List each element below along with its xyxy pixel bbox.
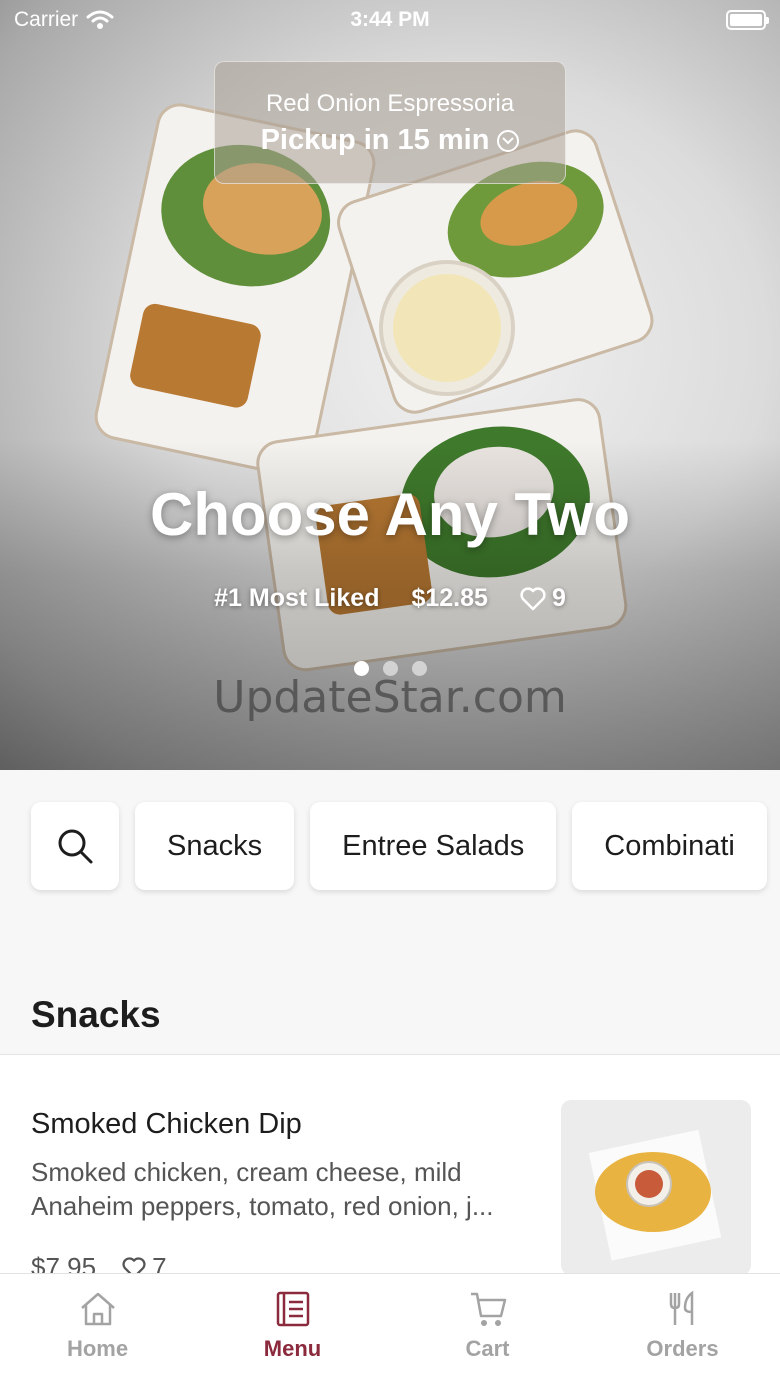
item-image [561,1100,751,1275]
category-entree-salads[interactable]: Entree Salads [310,802,557,890]
tab-orders[interactable]: Orders [585,1274,780,1387]
promo-meta: #1 Most Liked $12.85 9 [0,584,780,613]
promo-likes: 9 [551,584,566,612]
store-name: Red Onion Espressoria [265,90,515,117]
home-icon [80,1292,115,1326]
status-bar: Carrier 3:44 PM [0,0,780,40]
tab-label: Menu [263,1336,322,1361]
category-combinations[interactable]: Combinati [572,802,767,890]
tab-cart[interactable]: Cart [390,1274,585,1387]
promo-price: $12.85 [411,584,488,612]
cart-icon [470,1292,506,1326]
tab-menu[interactable]: Menu [195,1274,390,1387]
chevron-down-icon [497,129,520,152]
category-bar: Snacks Entree Salads Combinati [31,802,767,890]
item-name: Smoked Chicken Dip [31,1108,302,1140]
watermark: UpdateStar.com [213,672,567,723]
category-snacks[interactable]: Snacks [135,802,295,890]
search-icon [58,829,93,864]
tab-label: Orders [646,1336,719,1361]
location-selector[interactable]: Red Onion Espressoria Pickup in 15 min [214,61,566,184]
menu-item[interactable]: Smoked Chicken Dip Smoked chicken, cream… [0,1055,780,1282]
tab-bar: Home Menu Cart Orders [0,1273,780,1387]
promo-tag: #1 Most Liked [214,584,380,612]
tab-label: Cart [465,1336,510,1361]
section-title: Snacks [31,994,161,1035]
status-time: 3:44 PM [350,8,430,31]
item-description: Smoked chicken, cream cheese, mild Anahe… [31,1157,494,1221]
pickup-time: Pickup in 15 min [260,124,490,156]
hero-banner[interactable]: Carrier 3:44 PM Red Onion Espressoria Pi… [0,0,780,770]
promo-title: Choose Any Two [150,481,630,548]
battery-icon [726,10,769,30]
search-button[interactable] [31,802,119,890]
heart-icon [520,586,546,610]
menu-icon [276,1291,309,1327]
tab-label: Home [66,1336,129,1361]
tab-home[interactable]: Home [0,1274,195,1387]
orders-icon [669,1290,693,1325]
